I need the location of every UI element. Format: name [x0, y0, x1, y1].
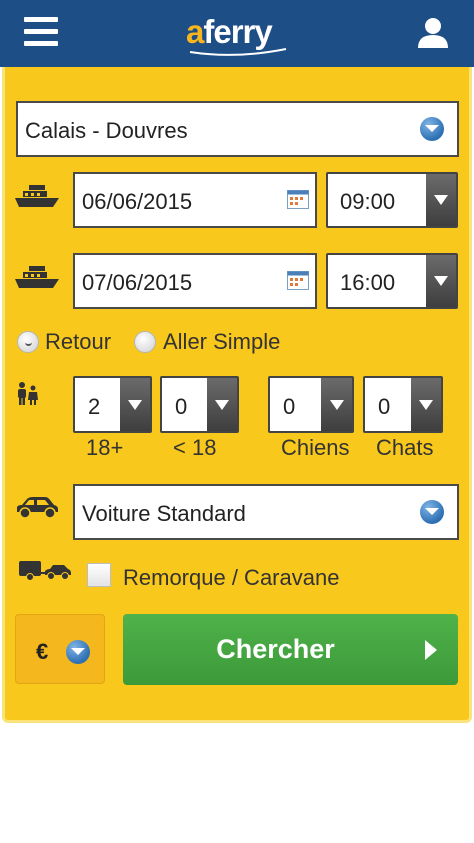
outbound-time-select[interactable]: 09:00: [326, 172, 458, 228]
dropdown-arrow-icon: [207, 378, 237, 431]
car-trailer-icon: [18, 560, 72, 587]
cats-label: Chats: [376, 435, 434, 460]
search-button[interactable]: Chercher: [123, 614, 458, 685]
dropdown-arrow-icon: [120, 378, 150, 431]
car-icon: [15, 496, 59, 525]
radio-retour[interactable]: [17, 331, 39, 353]
adults-value: 2: [88, 394, 101, 419]
user-account-icon[interactable]: [416, 15, 450, 49]
dropdown-arrow-icon: [411, 378, 441, 431]
calendar-icon[interactable]: [287, 189, 309, 209]
outbound-time-value: 09:00: [340, 189, 396, 214]
cats-select[interactable]: 0: [363, 376, 443, 433]
radio-retour-label[interactable]: Retour: [45, 329, 111, 355]
return-ferry-icon: [15, 264, 59, 297]
chevron-down-icon: [66, 640, 90, 664]
currency-select-button[interactable]: €: [15, 614, 105, 684]
vehicle-value: Voiture Standard: [82, 501, 246, 526]
return-date-input[interactable]: 07/06/2015: [73, 253, 317, 309]
children-label: < 18: [173, 435, 217, 460]
logo-swoosh-icon: [189, 48, 287, 56]
outbound-date-value: 06/06/2015: [82, 189, 193, 214]
currency-symbol: €: [36, 639, 49, 664]
dropdown-arrow-icon: [426, 255, 456, 307]
aferry-logo: aferry: [186, 12, 290, 56]
logo-prefix: a: [186, 13, 204, 50]
trailer-checkbox[interactable]: [87, 563, 111, 587]
children-select[interactable]: 0: [160, 376, 239, 433]
play-arrow-icon: [425, 640, 437, 660]
app-header: aferry: [0, 0, 474, 67]
radio-aller-simple-label[interactable]: Aller Simple: [163, 329, 280, 355]
dropdown-arrow-icon: [426, 174, 456, 226]
return-date-value: 07/06/2015: [82, 270, 193, 295]
return-time-value: 16:00: [340, 270, 396, 295]
cats-value: 0: [378, 394, 391, 419]
dogs-value: 0: [283, 394, 296, 419]
dogs-label: Chiens: [281, 435, 350, 460]
trailer-label[interactable]: Remorque / Caravane: [123, 565, 339, 591]
logo-rest: ferry: [203, 13, 272, 50]
chevron-down-icon: [420, 117, 444, 141]
adults-select[interactable]: 2: [73, 376, 152, 433]
route-select[interactable]: Calais - Douvres: [16, 101, 459, 157]
hamburger-menu-icon[interactable]: [24, 17, 58, 47]
search-button-label: Chercher: [216, 634, 335, 664]
dogs-select[interactable]: 0: [268, 376, 354, 433]
calendar-icon[interactable]: [287, 270, 309, 290]
adults-label: 18+: [86, 435, 124, 460]
dropdown-arrow-icon: [321, 378, 352, 431]
chevron-down-icon: [420, 500, 444, 524]
return-time-select[interactable]: 16:00: [326, 253, 458, 309]
outbound-ferry-icon: [15, 183, 59, 216]
vehicle-select[interactable]: Voiture Standard: [73, 484, 459, 540]
children-value: 0: [175, 394, 188, 419]
radio-aller-simple[interactable]: [134, 331, 156, 353]
passengers-icon: [16, 382, 40, 411]
outbound-date-input[interactable]: 06/06/2015: [73, 172, 317, 228]
route-value: Calais - Douvres: [25, 118, 188, 143]
